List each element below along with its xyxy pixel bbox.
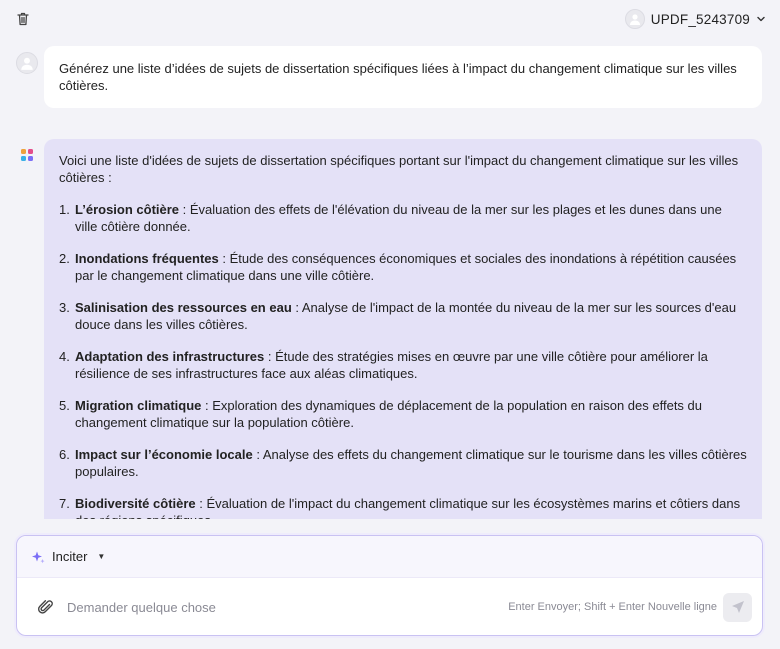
user-menu[interactable]: UPDF_5243709 <box>624 8 766 30</box>
list-item-text: Adaptation des infrastructures : Étude d… <box>75 348 747 382</box>
list-item-title: Inondations fréquentes <box>75 251 219 266</box>
list-item-number: 3. <box>59 300 70 315</box>
list-item: 2. Inondations fréquentes : Étude des con… <box>59 250 747 284</box>
prompt-selector[interactable]: Inciter ▼ <box>17 536 762 578</box>
avatar <box>624 9 645 29</box>
sparkle-icon <box>32 551 45 563</box>
list-item-title: Biodiversité côtière <box>75 496 196 511</box>
list-item-number: 4. <box>59 349 70 364</box>
list-item-title: Salinisation des ressources en eau <box>75 300 292 315</box>
list-item-number: 6. <box>59 447 70 462</box>
caret-down-icon: ▼ <box>97 552 106 561</box>
user-message-text: Générez une liste d’idées de sujets de d… <box>59 61 737 93</box>
trash-icon[interactable] <box>15 11 31 27</box>
send-button[interactable] <box>723 592 752 622</box>
list-item: 5. Migration climatique : Exploration des… <box>59 397 747 431</box>
list-item: 3. Salinisation des ressources en eau : A… <box>59 299 747 333</box>
ai-intro-text: Voici une liste d'idées de sujets de dis… <box>59 153 739 185</box>
list-item-text: L’érosion côtière : Évaluation des effet… <box>75 201 747 235</box>
list-item-title: Adaptation des infrastructures <box>75 349 265 364</box>
chevron-down-icon <box>757 16 765 22</box>
list-item-number: 1. <box>59 202 70 217</box>
list-item-title: L’érosion côtière <box>75 202 180 217</box>
ai-logo-icon <box>21 149 33 161</box>
username-label: UPDF_5243709 <box>650 11 750 27</box>
ai-response-list: 1. L’érosion côtière : Évaluation des eff… <box>59 201 747 519</box>
composer: Inciter ▼ Enter Envoyer; Shift + Enter N… <box>16 535 763 636</box>
input-row: Enter Envoyer; Shift + Enter Nouvelle li… <box>17 578 762 636</box>
chat-input[interactable] <box>67 599 509 615</box>
list-item: 1. L’érosion côtière : Évaluation des eff… <box>59 201 747 235</box>
prompt-label: Inciter <box>52 549 88 564</box>
paperclip-icon[interactable] <box>37 598 55 616</box>
list-item-title: Migration climatique <box>75 398 202 413</box>
top-bar: UPDF_5243709 <box>0 0 780 38</box>
list-item-number: 7. <box>59 496 70 511</box>
list-item-text: Salinisation des ressources en eau : Ana… <box>75 299 747 333</box>
list-item-text: Impact sur l’économie locale : Analyse d… <box>75 446 747 480</box>
list-item: 7. Biodiversité côtière : Évaluation de l… <box>59 495 747 519</box>
list-item-text: Inondations fréquentes : Étude des consé… <box>75 250 747 284</box>
list-item-number: 5. <box>59 398 70 413</box>
list-item-text: Migration climatique : Exploration des d… <box>75 397 747 431</box>
keyboard-hint: Enter Envoyer; Shift + Enter Nouvelle li… <box>508 601 717 613</box>
ai-response-bubble: Voici une liste d'idées de sujets de dis… <box>44 139 762 519</box>
list-item-title: Impact sur l’économie locale <box>75 447 253 462</box>
user-message-bubble: Générez une liste d’idées de sujets de d… <box>44 46 762 108</box>
avatar-icon <box>21 57 33 70</box>
list-item: 6. Impact sur l’économie locale : Analyse… <box>59 446 747 480</box>
list-item-text: Biodiversité côtière : Évaluation de l'i… <box>75 495 747 519</box>
send-icon <box>731 601 744 613</box>
list-item-number: 2. <box>59 251 70 266</box>
avatar-icon <box>629 14 640 25</box>
user-avatar <box>16 52 38 74</box>
list-item: 4. Adaptation des infrastructures : Étude… <box>59 348 747 382</box>
